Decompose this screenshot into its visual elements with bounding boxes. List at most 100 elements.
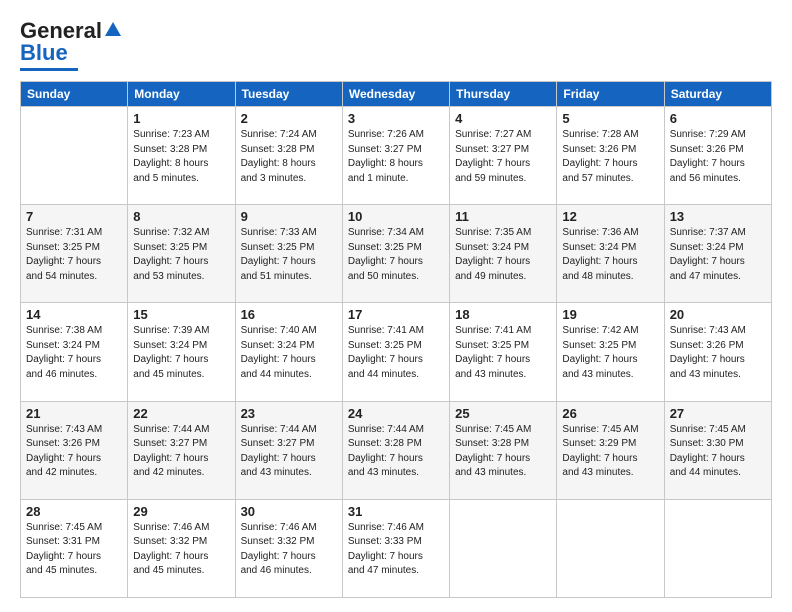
day-number: 5: [562, 111, 658, 126]
day-cell: 3 Sunrise: 7:26 AMSunset: 3:27 PMDaylight…: [342, 107, 449, 205]
day-cell: 30 Sunrise: 7:46 AMSunset: 3:32 PMDayligh…: [235, 499, 342, 597]
day-info: Sunrise: 7:42 AMSunset: 3:25 PMDaylight:…: [562, 324, 658, 382]
day-cell: 24 Sunrise: 7:44 AMSunset: 3:28 PMDayligh…: [342, 401, 449, 499]
weekday-header-thursday: Thursday: [450, 82, 557, 107]
week-row-2: 7 Sunrise: 7:31 AMSunset: 3:25 PMDaylight…: [21, 205, 772, 303]
day-cell: [21, 107, 128, 205]
day-info: Sunrise: 7:37 AMSunset: 3:24 PMDaylight:…: [670, 226, 766, 284]
day-number: 18: [455, 307, 551, 322]
day-cell: 12Sunrise: 7:36 AMSunset: 3:24 PMDayligh…: [557, 205, 664, 303]
day-number: 3: [348, 111, 444, 126]
day-cell: [450, 499, 557, 597]
day-info: Sunrise: 7:46 AMSunset: 3:32 PMDaylight:…: [133, 521, 229, 579]
day-info: Sunrise: 7:45 AMSunset: 3:29 PMDaylight:…: [562, 423, 658, 481]
page: General Blue SundayMondayTuesdayWednesda…: [0, 0, 792, 612]
day-info: Sunrise: 7:23 AMSunset: 3:28 PMDaylight:…: [133, 128, 229, 186]
day-number: 16: [241, 307, 337, 322]
header: General Blue: [20, 18, 772, 71]
day-cell: 10 Sunrise: 7:34 AMSunset: 3:25 PMDayligh…: [342, 205, 449, 303]
day-cell: 27Sunrise: 7:45 AMSunset: 3:30 PMDayligh…: [664, 401, 771, 499]
day-number: 23: [241, 406, 337, 421]
day-number: 10: [348, 209, 444, 224]
day-cell: [557, 499, 664, 597]
day-cell: 2 Sunrise: 7:24 AMSunset: 3:28 PMDaylight…: [235, 107, 342, 205]
day-info: Sunrise: 7:38 AMSunset: 3:24 PMDaylight:…: [26, 324, 122, 382]
day-number: 19: [562, 307, 658, 322]
day-info: Sunrise: 7:27 AMSunset: 3:27 PMDaylight:…: [455, 128, 551, 186]
day-number: 30: [241, 504, 337, 519]
day-info: Sunrise: 7:35 AMSunset: 3:24 PMDaylight:…: [455, 226, 551, 284]
day-number: 29: [133, 504, 229, 519]
logo: General Blue: [20, 18, 122, 71]
day-cell: 7 Sunrise: 7:31 AMSunset: 3:25 PMDaylight…: [21, 205, 128, 303]
calendar-header-row: SundayMondayTuesdayWednesdayThursdayFrid…: [21, 82, 772, 107]
day-cell: 14 Sunrise: 7:38 AMSunset: 3:24 PMDayligh…: [21, 303, 128, 401]
day-number: 15: [133, 307, 229, 322]
day-number: 14: [26, 307, 122, 322]
day-info: Sunrise: 7:36 AMSunset: 3:24 PMDaylight:…: [562, 226, 658, 284]
day-cell: 31Sunrise: 7:46 AMSunset: 3:33 PMDayligh…: [342, 499, 449, 597]
day-info: Sunrise: 7:34 AMSunset: 3:25 PMDaylight:…: [348, 226, 444, 284]
day-info: Sunrise: 7:44 AMSunset: 3:28 PMDaylight:…: [348, 423, 444, 481]
day-info: Sunrise: 7:43 AMSunset: 3:26 PMDaylight:…: [26, 423, 122, 481]
day-info: Sunrise: 7:28 AMSunset: 3:26 PMDaylight:…: [562, 128, 658, 186]
day-number: 24: [348, 406, 444, 421]
day-cell: 23 Sunrise: 7:44 AMSunset: 3:27 PMDayligh…: [235, 401, 342, 499]
day-info: Sunrise: 7:24 AMSunset: 3:28 PMDaylight:…: [241, 128, 337, 186]
day-number: 7: [26, 209, 122, 224]
day-cell: 26Sunrise: 7:45 AMSunset: 3:29 PMDayligh…: [557, 401, 664, 499]
day-cell: 11 Sunrise: 7:35 AMSunset: 3:24 PMDayligh…: [450, 205, 557, 303]
day-cell: 17 Sunrise: 7:41 AMSunset: 3:25 PMDayligh…: [342, 303, 449, 401]
weekday-header-sunday: Sunday: [21, 82, 128, 107]
day-number: 9: [241, 209, 337, 224]
day-cell: 16 Sunrise: 7:40 AMSunset: 3:24 PMDayligh…: [235, 303, 342, 401]
day-cell: 5 Sunrise: 7:28 AMSunset: 3:26 PMDaylight…: [557, 107, 664, 205]
logo-blue-text: Blue: [20, 40, 68, 66]
day-number: 20: [670, 307, 766, 322]
day-number: 11: [455, 209, 551, 224]
week-row-5: 28 Sunrise: 7:45 AMSunset: 3:31 PMDayligh…: [21, 499, 772, 597]
day-info: Sunrise: 7:26 AMSunset: 3:27 PMDaylight:…: [348, 128, 444, 186]
week-row-3: 14 Sunrise: 7:38 AMSunset: 3:24 PMDayligh…: [21, 303, 772, 401]
day-cell: 25 Sunrise: 7:45 AMSunset: 3:28 PMDayligh…: [450, 401, 557, 499]
day-info: Sunrise: 7:33 AMSunset: 3:25 PMDaylight:…: [241, 226, 337, 284]
day-cell: 29 Sunrise: 7:46 AMSunset: 3:32 PMDayligh…: [128, 499, 235, 597]
weekday-header-tuesday: Tuesday: [235, 82, 342, 107]
calendar-table: SundayMondayTuesdayWednesdayThursdayFrid…: [20, 81, 772, 598]
day-info: Sunrise: 7:31 AMSunset: 3:25 PMDaylight:…: [26, 226, 122, 284]
day-cell: 4 Sunrise: 7:27 AMSunset: 3:27 PMDaylight…: [450, 107, 557, 205]
day-cell: 15 Sunrise: 7:39 AMSunset: 3:24 PMDayligh…: [128, 303, 235, 401]
day-number: 17: [348, 307, 444, 322]
day-cell: 6Sunrise: 7:29 AMSunset: 3:26 PMDaylight…: [664, 107, 771, 205]
day-info: Sunrise: 7:41 AMSunset: 3:25 PMDaylight:…: [455, 324, 551, 382]
day-info: Sunrise: 7:44 AMSunset: 3:27 PMDaylight:…: [241, 423, 337, 481]
day-info: Sunrise: 7:39 AMSunset: 3:24 PMDaylight:…: [133, 324, 229, 382]
day-number: 21: [26, 406, 122, 421]
day-cell: 13Sunrise: 7:37 AMSunset: 3:24 PMDayligh…: [664, 205, 771, 303]
logo-triangle-icon: [104, 20, 122, 38]
day-info: Sunrise: 7:32 AMSunset: 3:25 PMDaylight:…: [133, 226, 229, 284]
day-info: Sunrise: 7:45 AMSunset: 3:28 PMDaylight:…: [455, 423, 551, 481]
day-info: Sunrise: 7:43 AMSunset: 3:26 PMDaylight:…: [670, 324, 766, 382]
day-info: Sunrise: 7:41 AMSunset: 3:25 PMDaylight:…: [348, 324, 444, 382]
day-info: Sunrise: 7:46 AMSunset: 3:32 PMDaylight:…: [241, 521, 337, 579]
day-cell: 28 Sunrise: 7:45 AMSunset: 3:31 PMDayligh…: [21, 499, 128, 597]
day-cell: 19 Sunrise: 7:42 AMSunset: 3:25 PMDayligh…: [557, 303, 664, 401]
weekday-header-friday: Friday: [557, 82, 664, 107]
day-info: Sunrise: 7:40 AMSunset: 3:24 PMDaylight:…: [241, 324, 337, 382]
day-number: 4: [455, 111, 551, 126]
day-info: Sunrise: 7:45 AMSunset: 3:31 PMDaylight:…: [26, 521, 122, 579]
weekday-header-wednesday: Wednesday: [342, 82, 449, 107]
weekday-header-saturday: Saturday: [664, 82, 771, 107]
day-number: 8: [133, 209, 229, 224]
day-number: 28: [26, 504, 122, 519]
logo-underline: [20, 68, 78, 71]
day-number: 25: [455, 406, 551, 421]
day-cell: 18 Sunrise: 7:41 AMSunset: 3:25 PMDayligh…: [450, 303, 557, 401]
day-cell: 20 Sunrise: 7:43 AMSunset: 3:26 PMDayligh…: [664, 303, 771, 401]
day-cell: 9 Sunrise: 7:33 AMSunset: 3:25 PMDaylight…: [235, 205, 342, 303]
day-info: Sunrise: 7:44 AMSunset: 3:27 PMDaylight:…: [133, 423, 229, 481]
day-number: 2: [241, 111, 337, 126]
day-number: 27: [670, 406, 766, 421]
day-cell: 1Sunrise: 7:23 AMSunset: 3:28 PMDaylight…: [128, 107, 235, 205]
